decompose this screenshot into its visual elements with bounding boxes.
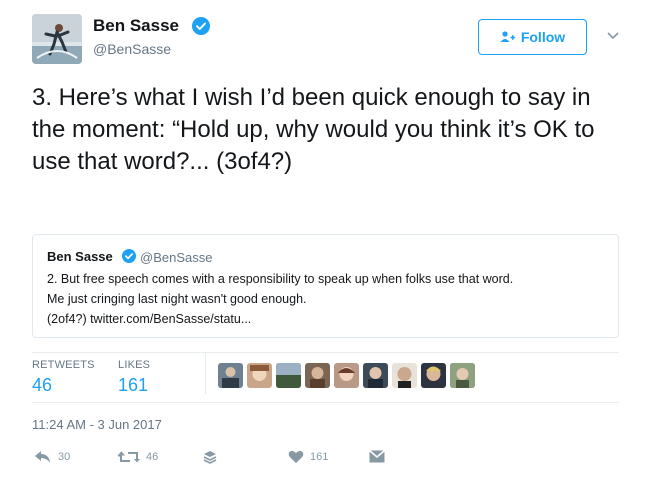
add-user-icon [500, 31, 516, 43]
likes-label: LIKES [118, 359, 151, 371]
avatar[interactable] [32, 14, 82, 64]
quoted-handle: @BenSasse [140, 250, 213, 265]
follow-button[interactable]: Follow [478, 19, 587, 55]
quoted-tweet-text: 2. But free speech comes with a responsi… [47, 269, 607, 329]
heart-icon [288, 450, 304, 464]
message-icon [369, 450, 385, 463]
liker-avatar[interactable] [392, 363, 417, 388]
liker-avatar[interactable] [218, 363, 243, 388]
likes-count[interactable]: 161 [118, 375, 148, 396]
liker-avatar[interactable] [450, 363, 475, 388]
liker-avatar[interactable] [334, 363, 359, 388]
liker-avatar[interactable] [305, 363, 330, 388]
buffer-stack-icon [203, 450, 217, 464]
retweets-label: RETWEETS [32, 359, 95, 371]
chevron-down-icon[interactable] [605, 30, 621, 42]
reply-count: 30 [58, 451, 71, 463]
liker-avatar[interactable] [421, 363, 446, 388]
like-button[interactable]: 161 [288, 450, 328, 464]
quoted-tweet[interactable]: Ben Sasse @BenSasse 2. But free speech c… [32, 234, 619, 338]
quoted-text-line: 2. But free speech comes with a responsi… [47, 272, 514, 286]
divider [205, 352, 206, 394]
reply-button[interactable]: 30 [34, 450, 70, 464]
retweets-count[interactable]: 46 [32, 375, 52, 396]
verified-badge-icon [192, 17, 210, 35]
follow-label: Follow [520, 29, 566, 45]
display-name[interactable]: Ben Sasse [93, 16, 179, 36]
like-count: 161 [310, 451, 329, 463]
divider [32, 402, 619, 403]
divider [32, 352, 619, 353]
handle[interactable]: @BenSasse [93, 41, 171, 57]
quoted-text-line[interactable]: (2of4?) twitter.com/BenSasse/statu... [47, 312, 251, 326]
retweet-count: 46 [146, 451, 159, 463]
quoted-text-line: Me just cringing last night wasn't good … [47, 292, 307, 306]
quoted-display-name: Ben Sasse [47, 249, 113, 264]
liker-avatar[interactable] [276, 363, 301, 388]
message-button[interactable] [369, 450, 385, 463]
verified-badge-icon [122, 249, 136, 263]
retweet-button[interactable]: 46 [118, 450, 158, 464]
tweet-text: 3. Here’s what I wish I’d been quick eno… [32, 84, 595, 175]
retweet-icon [118, 450, 140, 464]
reply-icon [34, 450, 52, 464]
timestamp[interactable]: 11:24 AM - 3 Jun 2017 [32, 417, 162, 432]
buffer-button[interactable] [203, 450, 217, 464]
liker-avatar[interactable] [363, 363, 388, 388]
liker-avatar[interactable] [247, 363, 272, 388]
